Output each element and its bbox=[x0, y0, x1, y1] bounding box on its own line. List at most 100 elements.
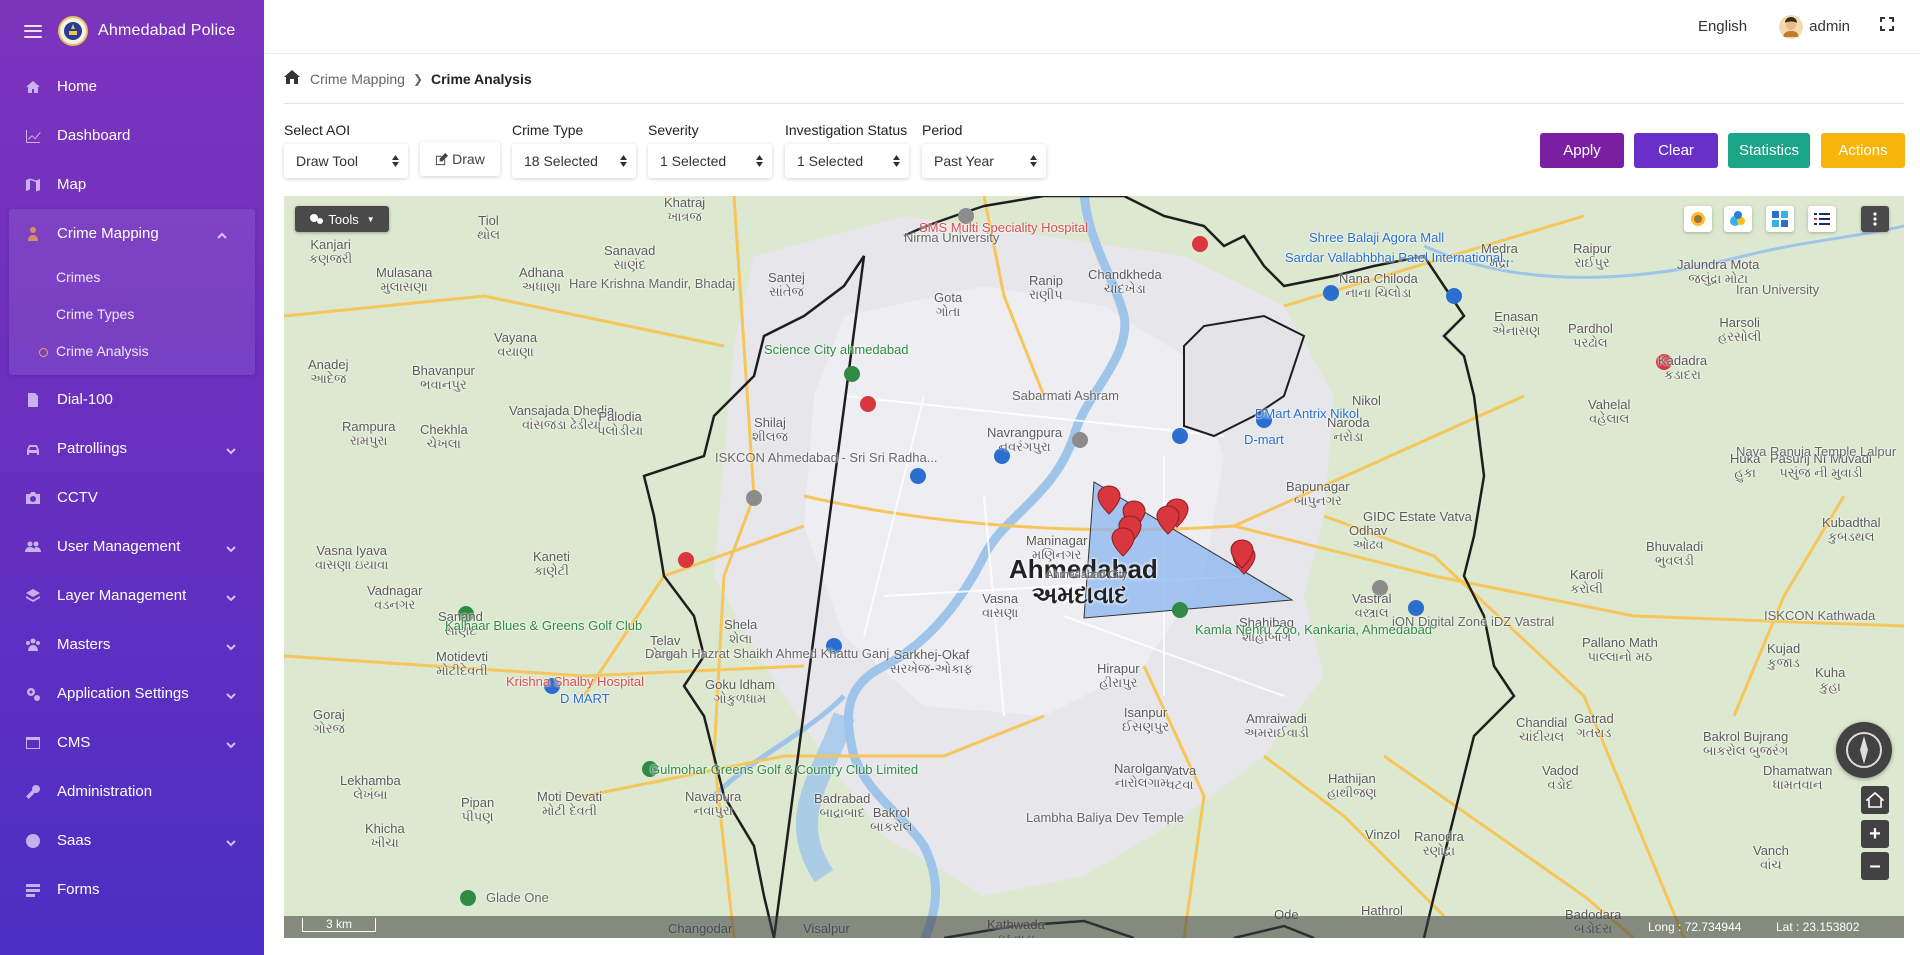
sidebar-subitem-crime-types[interactable]: Crime Types bbox=[9, 295, 255, 332]
poi-label[interactable]: Hare Krishna Mandir, Bhadaj bbox=[569, 276, 735, 291]
sidebar-item-home[interactable]: Home bbox=[0, 62, 264, 111]
poi-label[interactable]: Sardar Vallabhbhai Patel International..… bbox=[1285, 250, 1514, 265]
sidebar: Ahmedabad Police Home Dashboard Map Crim… bbox=[0, 0, 264, 955]
place-label: Motidevti મોટીદેવતી bbox=[436, 649, 489, 678]
sidebar-subitem-crime-analysis[interactable]: Crime Analysis bbox=[9, 332, 255, 369]
sidebar-item-masters[interactable]: Masters bbox=[0, 620, 264, 669]
city-sub-label: Ahmedabad City bbox=[1046, 569, 1128, 581]
crime-type-value: 18 Selected bbox=[524, 153, 598, 169]
poi-label[interactable]: Shree Balaji Agora Mall bbox=[1309, 230, 1444, 245]
sort-icon bbox=[756, 155, 763, 167]
sidebar-item-saas[interactable]: Saas bbox=[0, 816, 264, 865]
home-view-icon[interactable] bbox=[1861, 786, 1889, 814]
zoom-in-button[interactable]: + bbox=[1861, 820, 1889, 848]
app-title: Ahmedabad Police bbox=[98, 22, 236, 39]
place-label: Adhana અધાણા bbox=[519, 265, 564, 294]
sidebar-item-cms[interactable]: CMS bbox=[0, 718, 264, 767]
severity-select[interactable]: 1 Selected bbox=[648, 144, 772, 178]
actions-button[interactable]: Actions bbox=[1821, 133, 1905, 168]
place-label: Pallano Math પાલ્લાનો મઠ bbox=[1582, 635, 1658, 664]
poi-label[interactable]: Gulmohar Greens Golf & Country Club Limi… bbox=[650, 762, 918, 777]
aoi-value: Draw Tool bbox=[296, 153, 358, 169]
tools-dropdown[interactable]: Tools ▼ bbox=[295, 206, 389, 232]
cluster-tool-icon[interactable] bbox=[1724, 206, 1752, 232]
place-label: Navrangpura નવરંગપુરા bbox=[987, 425, 1063, 454]
place-label: Navapura નવાપુરા bbox=[685, 789, 742, 818]
poi-label[interactable]: Sabarmati Ashram bbox=[1012, 388, 1119, 403]
clear-button[interactable]: Clear bbox=[1634, 133, 1718, 168]
poi-label[interactable]: Krishna Shalby Hospital bbox=[506, 674, 644, 689]
globe-icon bbox=[24, 832, 42, 850]
period-filter: Period Past Year bbox=[922, 122, 1046, 178]
sidebar-item-dashboard[interactable]: Dashboard bbox=[0, 111, 264, 160]
sidebar-item-administration[interactable]: Administration bbox=[0, 767, 264, 816]
poi-label[interactable]: ISKCON Kathwada bbox=[1764, 608, 1875, 623]
poi-label[interactable]: Science City ahmedabad bbox=[764, 342, 909, 357]
sort-icon bbox=[1030, 155, 1037, 167]
chevron-right-icon: ❯ bbox=[412, 71, 423, 86]
tools-label: Tools bbox=[328, 211, 359, 227]
sidebar-item-dial-100[interactable]: Dial-100 bbox=[0, 375, 264, 424]
forms-icon bbox=[24, 881, 42, 899]
car-icon bbox=[24, 440, 42, 458]
poi-label[interactable]: Kalhaar Blues & Greens Golf Club bbox=[445, 618, 642, 633]
sidebar-subitem-label: Crime Analysis bbox=[56, 342, 149, 359]
poi-label[interactable]: Nava Ranuja Temple Lalpur bbox=[1736, 444, 1896, 459]
investigation-status-select[interactable]: 1 Selected bbox=[785, 144, 909, 178]
place-label: Harsoli હરસોલી bbox=[1718, 315, 1762, 344]
aoi-filter: Select AOI Draw Tool bbox=[284, 122, 408, 178]
group-icon bbox=[24, 636, 42, 654]
zoom-out-button[interactable]: – bbox=[1861, 852, 1889, 880]
fullscreen-icon[interactable] bbox=[1880, 17, 1894, 36]
sidebar-item-user-management[interactable]: User Management bbox=[0, 522, 264, 571]
poi-label[interactable]: Lambha Baliya Dev Temple bbox=[1026, 810, 1184, 825]
sidebar-item-forms[interactable]: Forms bbox=[0, 865, 264, 914]
sidebar-item-map[interactable]: Map bbox=[0, 160, 264, 209]
poi-label[interactable]: Dargah Hazrat Shaikh Ahmed Khattu Ganj bbox=[645, 646, 889, 661]
chevron-down-icon bbox=[226, 639, 236, 651]
place-label: Vayana વયાણા bbox=[494, 330, 538, 359]
heatmap-tool-icon[interactable] bbox=[1684, 206, 1712, 232]
poi-label[interactable]: iON Digital Zone iDZ Vastral bbox=[1392, 614, 1554, 629]
hamburger-menu-icon[interactable] bbox=[24, 24, 42, 38]
draw-button[interactable]: Draw bbox=[420, 142, 500, 176]
poi-label[interactable]: D-mart bbox=[1244, 432, 1284, 447]
place-label: Ranip રાણીપ bbox=[1029, 273, 1063, 302]
sidebar-item-application-settings[interactable]: Application Settings bbox=[0, 669, 264, 718]
sidebar-item-layer-management[interactable]: Layer Management bbox=[0, 571, 264, 620]
poi-label[interactable]: D MART bbox=[560, 691, 610, 706]
poi-label[interactable]: ISKCON Ahmedabad - Sri Sri Radha... bbox=[715, 450, 938, 465]
more-vertical-icon[interactable] bbox=[1861, 206, 1889, 232]
place-label: Vadnagar વડનગર bbox=[367, 583, 423, 612]
poi-label[interactable]: DMart Antrix Nikol bbox=[1255, 406, 1359, 421]
compass-icon[interactable] bbox=[1836, 722, 1892, 778]
period-label: Period bbox=[922, 122, 963, 138]
period-select[interactable]: Past Year bbox=[922, 144, 1046, 178]
place-label: Badrabad બાદ્રાબાદ bbox=[814, 791, 871, 820]
breadcrumb-parent[interactable]: Crime Mapping bbox=[310, 71, 405, 87]
clear-button-label: Clear bbox=[1658, 142, 1694, 159]
statistics-button[interactable]: Statistics bbox=[1728, 133, 1810, 168]
user-menu[interactable]: admin bbox=[1779, 14, 1850, 39]
home-icon[interactable] bbox=[284, 70, 310, 87]
sidebar-item-cctv[interactable]: CCTV bbox=[0, 473, 264, 522]
grid-tool-icon[interactable] bbox=[1766, 206, 1794, 232]
crime-type-select[interactable]: 18 Selected bbox=[512, 144, 636, 178]
apply-button[interactable]: Apply bbox=[1540, 133, 1624, 168]
aoi-select[interactable]: Draw Tool bbox=[284, 144, 408, 178]
poi-label[interactable]: Nirma University bbox=[904, 230, 999, 245]
place-label: Sarkhej-Okaf સરખેજ-ઓકાફ bbox=[890, 647, 973, 676]
crime-type-label: Crime Type bbox=[512, 122, 584, 138]
poi-label[interactable]: Iran University bbox=[1736, 282, 1819, 297]
sidebar-item-patrollings[interactable]: Patrollings bbox=[0, 424, 264, 473]
place-label: Chekhla ચેખલા bbox=[420, 422, 468, 451]
main-content: Crime Mapping ❯ Crime Analysis Select AO… bbox=[284, 54, 1904, 192]
actions-button-label: Actions bbox=[1838, 142, 1888, 159]
poi-label[interactable]: Glade One bbox=[486, 890, 549, 905]
sidebar-item-crime-mapping[interactable]: Crime Mapping bbox=[9, 209, 255, 258]
language-selector[interactable]: English bbox=[1698, 18, 1747, 35]
sidebar-subitem-crimes[interactable]: Crimes bbox=[9, 258, 255, 295]
map-view[interactable]: Khatraj ખાત્રજ Kanjari કણજરી Mulasana મુલાસણા… bbox=[284, 196, 1904, 938]
list-tool-icon[interactable] bbox=[1808, 206, 1836, 232]
police-logo bbox=[58, 16, 88, 46]
